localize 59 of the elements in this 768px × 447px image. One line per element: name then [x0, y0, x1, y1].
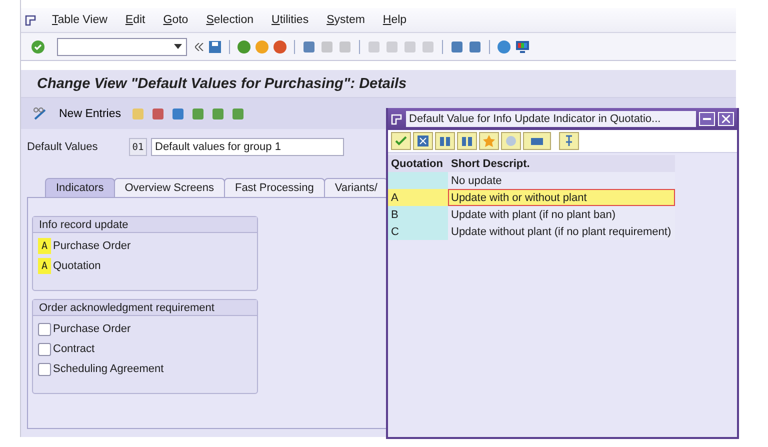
option-label: Purchase Order — [53, 323, 131, 335]
command-field[interactable] — [57, 38, 187, 56]
description-field: Default values for group 1 — [151, 138, 344, 156]
field-label: Default Values — [27, 141, 99, 153]
menu-item[interactable]: Edit — [116, 14, 154, 26]
confirm-button[interactable] — [391, 132, 411, 150]
code-cell[interactable]: A — [388, 189, 448, 206]
tab[interactable]: Overview Screens — [114, 178, 225, 197]
close-icon — [722, 115, 730, 123]
monitor-icon[interactable] — [515, 40, 530, 54]
column-header: Quotation — [388, 155, 448, 172]
save-icon[interactable] — [208, 40, 222, 54]
tab[interactable]: Variants/ — [324, 178, 388, 197]
menu-item[interactable]: Utilities — [262, 14, 318, 26]
group-title: Order acknowledgment requirement — [33, 300, 257, 316]
menu-item[interactable]: Help — [374, 14, 416, 26]
indicator-field[interactable]: A — [38, 238, 51, 254]
find-next-button[interactable] — [457, 132, 477, 150]
close-button[interactable] — [718, 112, 734, 126]
code-field: 01 — [129, 138, 147, 156]
column-header: Short Descript. — [448, 155, 676, 172]
help-button[interactable] — [501, 132, 521, 150]
checkbox[interactable] — [38, 342, 51, 356]
menu-icon[interactable] — [25, 14, 37, 26]
favorite-button[interactable] — [479, 132, 499, 150]
checkbox[interactable] — [38, 362, 51, 376]
option-label: Contract — [53, 343, 95, 355]
pin-icon — [564, 135, 574, 147]
check-icon — [395, 136, 407, 146]
code-cell[interactable]: B — [388, 206, 448, 223]
code-cell[interactable] — [388, 172, 448, 189]
menu-item[interactable]: Table View — [43, 14, 116, 26]
option-label: Quotation — [53, 260, 101, 272]
tab[interactable]: Indicators — [45, 178, 115, 197]
check-icon[interactable] — [31, 40, 45, 54]
dropdown-icon[interactable] — [174, 44, 182, 49]
menu-item[interactable]: Goto — [154, 14, 198, 26]
print-button[interactable] — [523, 132, 551, 150]
tab[interactable]: Fast Processing — [224, 178, 325, 197]
double-chevron-icon[interactable] — [195, 42, 204, 50]
dialog-title: Default Value for Info Update Indicator in Quotatio... — [406, 111, 696, 127]
option-label: Purchase Order — [53, 240, 131, 252]
star-icon — [483, 135, 495, 147]
new-entries-button[interactable]: New Entries — [55, 108, 125, 120]
indicator-field[interactable]: A — [38, 258, 51, 274]
menu-item[interactable]: Selection — [197, 14, 262, 26]
description-cell[interactable]: Update with or without plant — [448, 189, 676, 206]
checkbox[interactable] — [38, 322, 51, 336]
cancel-button[interactable] — [413, 132, 433, 150]
find-button[interactable] — [435, 132, 455, 150]
screen-title: Change View "Default Values for Purchasing": Details — [37, 76, 407, 92]
close-icon — [417, 135, 429, 147]
minimize-button[interactable] — [699, 112, 715, 126]
pin-button[interactable] — [559, 132, 579, 150]
menu-item[interactable]: System — [318, 14, 374, 26]
code-cell[interactable]: C — [388, 223, 448, 240]
option-label: Scheduling Agreement — [53, 363, 164, 375]
group-title: Info record update — [33, 217, 257, 233]
minimize-icon — [703, 118, 711, 120]
